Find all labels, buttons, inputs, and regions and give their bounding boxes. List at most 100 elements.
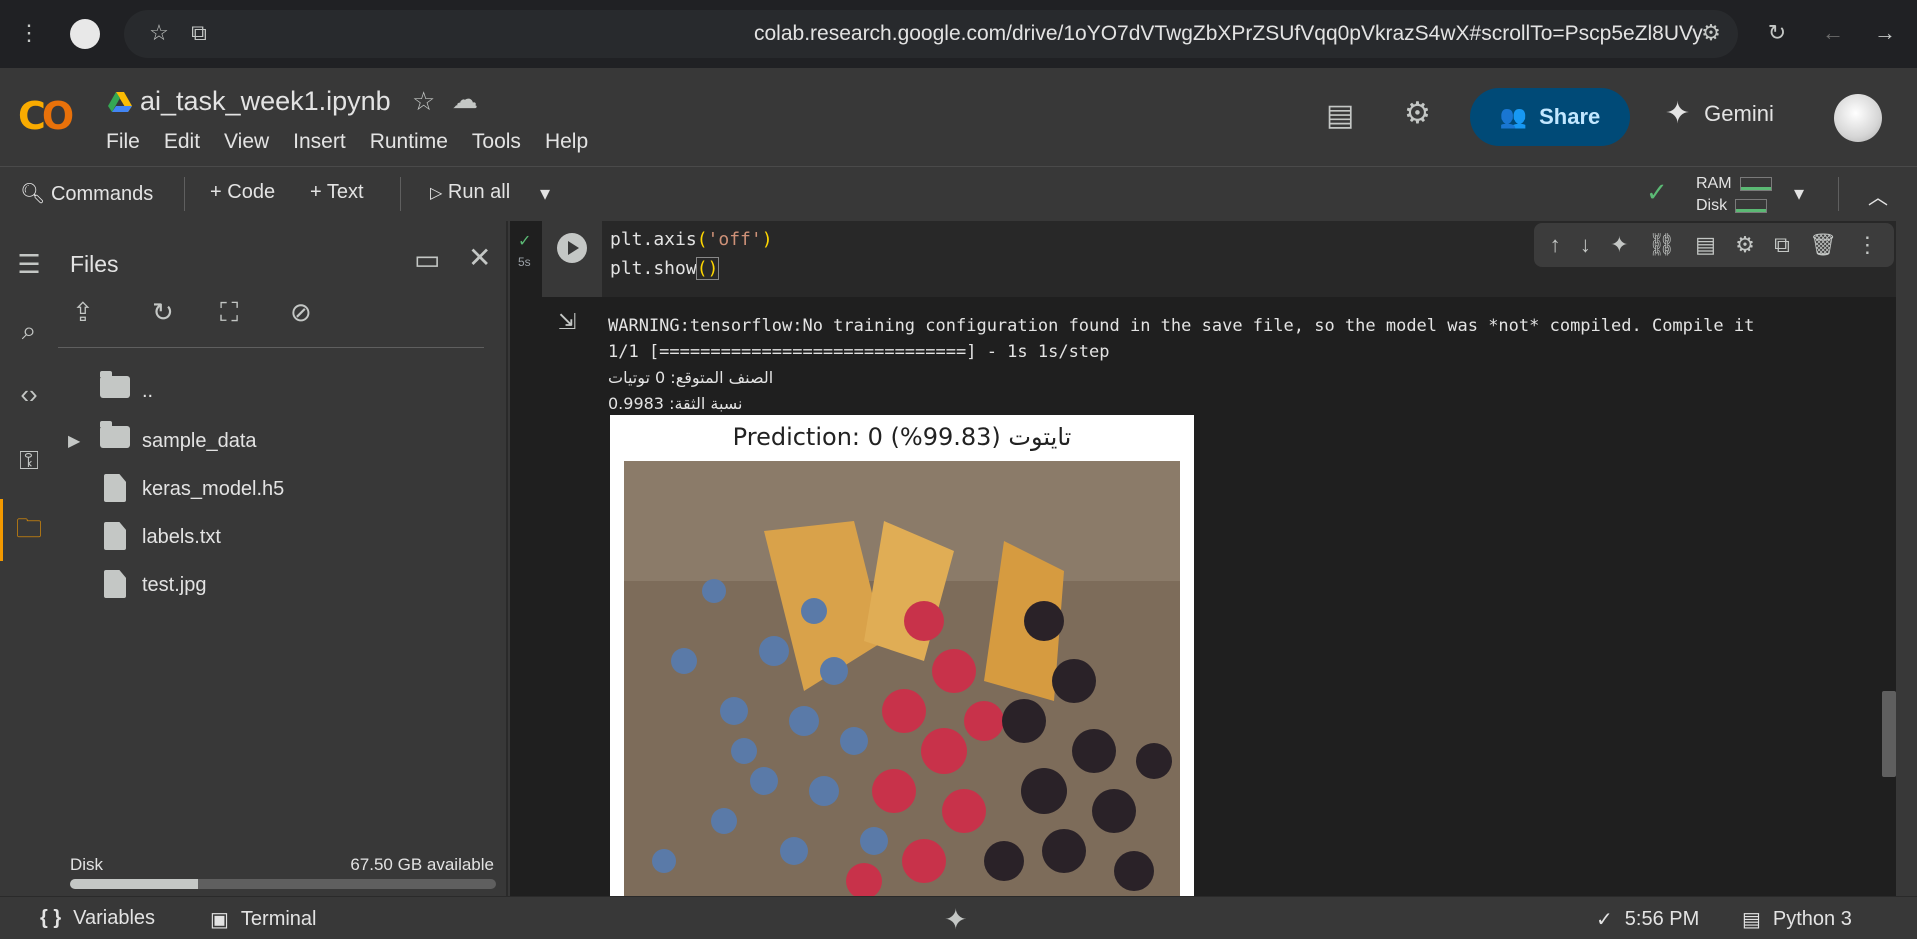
menu-help[interactable]: Help (545, 130, 588, 154)
text-label: Text (326, 181, 364, 203)
bookmark-star-icon[interactable]: ☆ (144, 18, 174, 48)
forward-icon[interactable]: → (1870, 18, 1900, 48)
folder-icon[interactable]: 🗀 (12, 511, 46, 545)
secrets-key-icon[interactable]: ⚿ (12, 443, 46, 477)
code-editor[interactable]: plt.axis('off') plt.show() ↑ ↓ ✦ ⛓ ▤ ⚙ ⧉… (602, 221, 1896, 297)
profile-icon[interactable] (70, 19, 100, 49)
notebook-title[interactable]: ai_task_week1.ipynb (140, 86, 391, 117)
notebook-scrollbar[interactable] (1882, 691, 1896, 777)
ram-meter (1739, 176, 1772, 191)
files-title: Files (70, 251, 119, 277)
code-snippets-icon[interactable]: ‹› (12, 377, 46, 411)
file-name: keras_model.h5 (142, 477, 285, 500)
divider (184, 177, 185, 211)
link-icon[interactable]: ⛓ (1648, 232, 1676, 258)
site-info-icon[interactable]: ⧉ (184, 18, 214, 48)
output-predicted-class: الصنف المتوقع: 0 توتيات (608, 368, 774, 387)
output-progress: 1/1 [==============================] - 1… (608, 342, 1110, 362)
commands-button[interactable]: 🔍︎ Commands (20, 181, 153, 206)
drive-icon (108, 92, 132, 112)
mount-drive-icon[interactable]: ⛶ (220, 297, 238, 329)
refresh-icon[interactable]: ↻ (152, 297, 174, 328)
server-icon: ▤ (1742, 909, 1761, 931)
notebook-area: ✓ 5s plt.axis('off') plt.show() ↑ ↓ ✦ ⛓ … (510, 221, 1896, 896)
people-icon: 👥 (1499, 104, 1528, 129)
sparkle-icon: ✦ (1665, 97, 1691, 130)
reload-icon[interactable]: ↻ (1762, 18, 1792, 48)
colab-logo[interactable]: CO (18, 94, 74, 138)
disk-available: 67.50 GB available (350, 855, 494, 874)
execution-status[interactable]: ✓ 5:56 PM (1596, 907, 1699, 932)
address-bar[interactable]: ☆ ⧉ colab.research.google.com/drive/1oYO… (124, 10, 1738, 58)
notebook-toolbar: 🔍︎ Commands + Code + Text ▷ Run all ▾ ✓ … (0, 166, 1917, 220)
menu-edit[interactable]: Edit (164, 130, 200, 154)
terminal-icon: ▣ (210, 909, 229, 931)
find-icon[interactable]: ⌕ (12, 313, 46, 347)
file-icon (100, 522, 130, 552)
star-icon[interactable]: ☆ (412, 86, 435, 117)
more-icon[interactable]: ⋮ (1856, 232, 1878, 258)
divider (58, 347, 484, 348)
comment-icon[interactable]: ▤ (1695, 232, 1716, 258)
code-line2: plt.show (610, 258, 697, 279)
gemini-sparkle-icon[interactable]: ✦ (1610, 232, 1628, 258)
output-confidence: نسبة الثقة: 0.9983 (608, 394, 743, 413)
plus-icon: + (310, 181, 322, 203)
tune-icon[interactable]: ⚙ (1696, 18, 1726, 48)
plus-icon: + (210, 181, 222, 203)
url-text[interactable]: colab.research.google.com/drive/1oYO7dVT… (754, 22, 1703, 46)
file-row-keras-model[interactable]: keras_model.h5 (100, 469, 284, 509)
file-row-parent[interactable]: .. (100, 371, 153, 411)
close-icon[interactable]: ✕ (468, 241, 491, 274)
runtime-dropdown-icon[interactable]: ▾ (1794, 181, 1804, 206)
output-menu-icon[interactable]: ⇲ (558, 309, 576, 335)
runtime-status[interactable]: ▤ Python 3 (1742, 907, 1852, 932)
menu-file[interactable]: File (106, 130, 140, 154)
variables-button[interactable]: { } Variables (40, 907, 155, 930)
connected-check-icon[interactable]: ✓ (1646, 177, 1668, 208)
cell-gutter: ✓ 5s (510, 221, 542, 297)
upload-file-icon[interactable]: ⇪ (72, 297, 94, 328)
cell-settings-icon[interactable]: ⚙ (1735, 232, 1755, 258)
exec-time: 5s (518, 255, 531, 269)
file-row-sample-data[interactable]: ▶ sample_data (68, 421, 257, 461)
terminal-label: Terminal (240, 908, 317, 930)
back-icon[interactable]: ← (1818, 18, 1848, 48)
delete-icon[interactable]: 🗑︎ (1809, 232, 1837, 258)
gemini-button[interactable]: ✦ Gemini (1665, 96, 1774, 131)
disk-meter (1735, 198, 1768, 213)
active-indicator (0, 499, 3, 561)
hide-files-icon[interactable]: ⊘ (290, 297, 312, 328)
run-cell-button[interactable] (557, 233, 587, 263)
share-button[interactable]: 👥 Share (1470, 88, 1630, 146)
terminal-button[interactable]: ▣ Terminal (210, 907, 316, 932)
settings-icon[interactable]: ⚙ (1404, 96, 1431, 131)
code-text[interactable]: plt.axis('off') plt.show() (610, 225, 773, 283)
add-text-button[interactable]: + Text (310, 181, 364, 204)
file-icon (100, 474, 130, 504)
move-down-icon[interactable]: ↓ (1580, 232, 1591, 258)
cloud-saved-icon[interactable]: ☁ (452, 84, 478, 115)
resource-meter[interactable]: RAM Disk (1696, 173, 1772, 217)
gemini-status-icon[interactable]: ✦ (944, 903, 967, 936)
comments-icon[interactable]: ▤ (1326, 98, 1354, 133)
play-icon: ▷ (430, 185, 443, 202)
avatar[interactable] (1834, 94, 1882, 142)
open-in-tab-icon[interactable]: ▭ (414, 243, 440, 276)
run-all-dropdown-icon[interactable]: ▾ (540, 181, 550, 206)
menu-view[interactable]: View (224, 130, 269, 154)
add-code-button[interactable]: + Code (210, 181, 275, 204)
move-up-icon[interactable]: ↑ (1550, 232, 1561, 258)
menu-tools[interactable]: Tools (472, 130, 521, 154)
menu-runtime[interactable]: Runtime (370, 130, 448, 154)
browser-menu-icon[interactable]: ⋮ (14, 18, 44, 48)
run-all-button[interactable]: ▷ Run all (430, 181, 510, 204)
mirror-cell-icon[interactable]: ⧉ (1774, 232, 1790, 258)
expand-arrow-icon[interactable]: ▶ (68, 431, 100, 451)
code-line1-prefix: plt.axis (610, 229, 697, 250)
file-row-labels[interactable]: labels.txt (100, 517, 221, 557)
toc-icon[interactable]: ☰ (12, 247, 46, 281)
file-row-test-jpg[interactable]: test.jpg (100, 565, 206, 605)
menu-insert[interactable]: Insert (293, 130, 346, 154)
collapse-header-icon[interactable]: ︿ (1868, 181, 1888, 210)
